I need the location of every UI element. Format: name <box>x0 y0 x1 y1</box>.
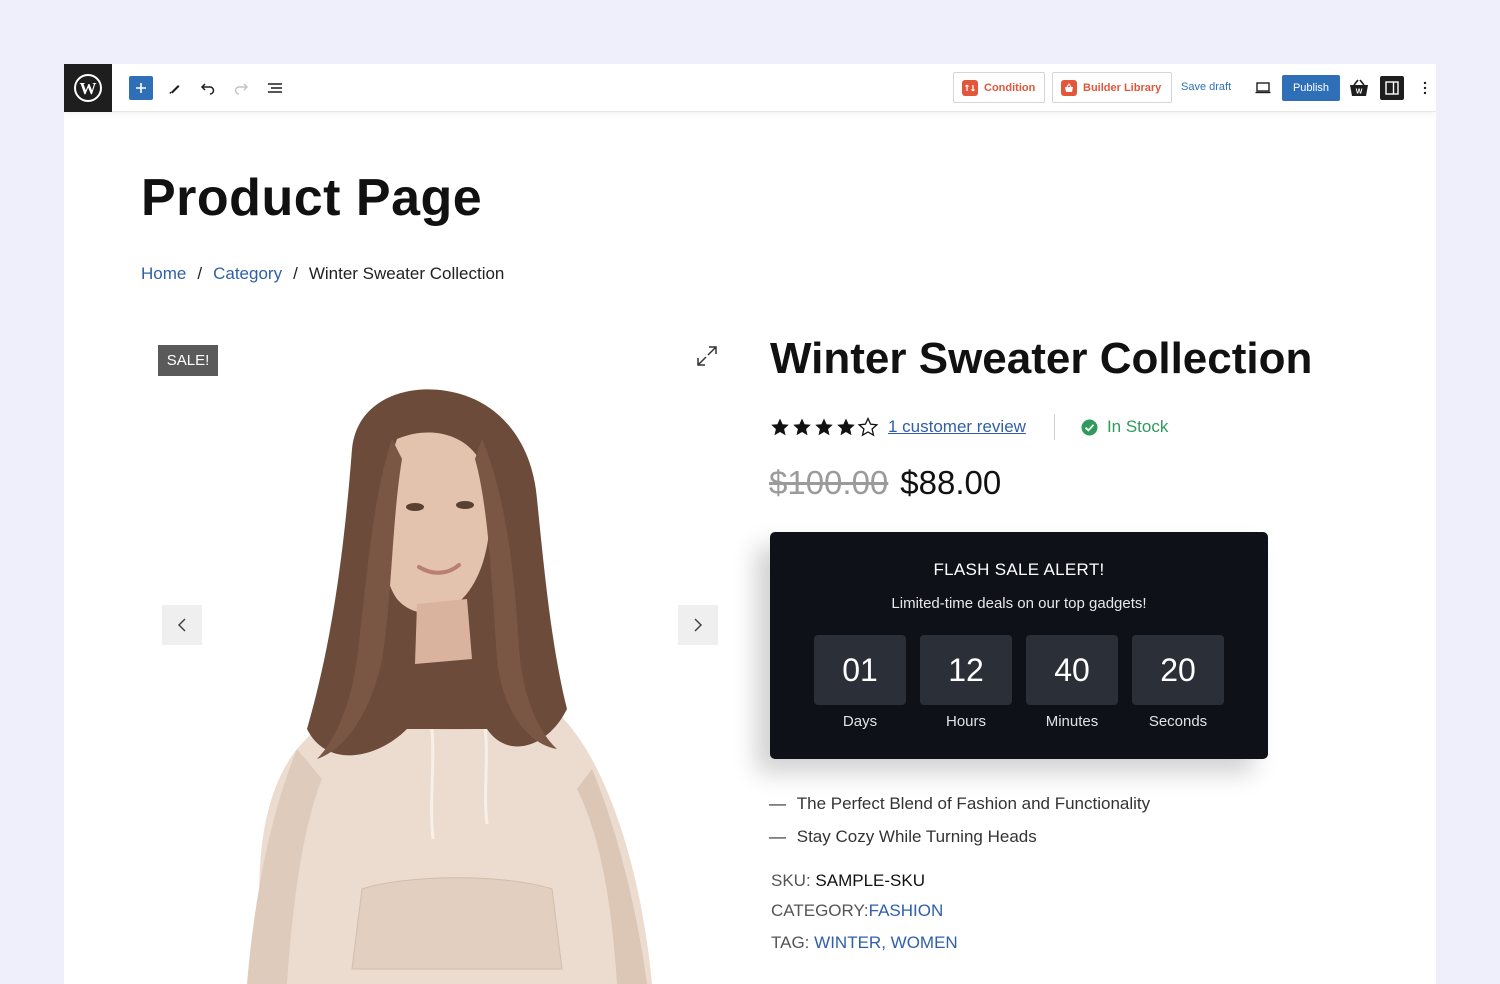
editor-toolbar: W Condition Builder Library Save draft P… <box>64 64 1436 112</box>
more-options-button[interactable] <box>1413 76 1436 100</box>
product-title: Winter Sweater Collection <box>770 334 1313 383</box>
redo-button[interactable] <box>229 76 253 100</box>
divider <box>1053 414 1055 440</box>
countdown-hours: 12 <box>920 635 1012 705</box>
save-draft-button[interactable]: Save draft <box>1181 81 1231 93</box>
expand-icon <box>697 346 717 366</box>
editor-canvas: W Condition Builder Library Save draft P… <box>64 64 1436 984</box>
tag-links[interactable]: WINTER, WOMEN <box>814 933 958 952</box>
category-label: CATEGORY: <box>771 901 869 920</box>
builder-library-label: Builder Library <box>1083 81 1162 94</box>
basket-icon <box>1061 79 1077 96</box>
redo-icon <box>234 83 249 95</box>
page-title: Product Page <box>141 169 483 227</box>
settings-sidebar-button[interactable] <box>1380 76 1404 100</box>
breadcrumb-category[interactable]: Category <box>213 264 282 284</box>
sku-value: SAMPLE-SKU <box>815 871 926 890</box>
builder-library-button[interactable]: Builder Library <box>1052 72 1172 103</box>
sale-price: $88.00 <box>900 464 1002 501</box>
check-circle-icon <box>1081 419 1098 435</box>
sale-badge: SALE! <box>158 345 218 376</box>
chevron-right-icon <box>694 618 703 632</box>
chevron-left-icon <box>177 618 186 632</box>
breadcrumb-separator: / <box>197 264 203 283</box>
stock-status: In Stock <box>1081 417 1168 437</box>
product-image[interactable] <box>147 329 727 984</box>
gallery-prev-button[interactable] <box>162 605 202 645</box>
countdown-minutes-label: Minutes <box>1045 713 1099 730</box>
price: $100.00 $88.00 <box>769 464 1001 502</box>
zoom-button[interactable] <box>694 343 720 369</box>
category-link[interactable]: FASHION <box>869 901 944 920</box>
undo-icon <box>200 83 215 95</box>
svg-text:W: W <box>80 79 97 98</box>
tools-button[interactable] <box>163 76 187 100</box>
feature-text: The Perfect Blend of Fashion and Functio… <box>796 794 1151 813</box>
feature-item: — Stay Cozy While Turning Heads <box>769 827 1037 847</box>
star-filled-icon <box>793 418 811 436</box>
list-view-icon <box>268 83 282 93</box>
star-filled-icon <box>771 418 789 436</box>
flash-sale-title: FLASH SALE ALERT! <box>933 560 1105 579</box>
breadcrumb-separator: / <box>293 264 298 283</box>
countdown-days: 01 <box>814 635 906 705</box>
wordpress-logo-button[interactable]: W <box>64 64 112 112</box>
product-tags: TAG: WINTER, WOMEN <box>771 933 958 953</box>
regular-price: $100.00 <box>769 464 889 501</box>
add-block-button[interactable] <box>129 76 153 100</box>
rating-row: 1 customer review In Stock <box>770 414 1168 440</box>
star-filled-icon <box>815 418 833 436</box>
condition-button[interactable]: Condition <box>953 72 1045 103</box>
customer-review-link[interactable]: 1 customer review <box>888 417 1026 437</box>
feature-item: — The Perfect Blend of Fashion and Funct… <box>769 794 1150 814</box>
plus-icon <box>136 83 146 93</box>
vertical-ellipsis-icon <box>1423 81 1427 95</box>
feature-dash: — <box>769 794 786 813</box>
star-rating <box>770 417 878 437</box>
stock-status-label: In Stock <box>1106 417 1169 436</box>
condition-label: Condition <box>984 81 1036 94</box>
flash-sale-countdown: FLASH SALE ALERT! Limited-time deals on … <box>770 532 1268 759</box>
breadcrumb-home[interactable]: Home <box>141 264 186 284</box>
flash-sale-subtitle: Limited-time deals on our top gadgets! <box>891 595 1147 612</box>
undo-button[interactable] <box>196 76 220 100</box>
woocommerce-button[interactable]: W <box>1347 76 1371 100</box>
svg-text:W: W <box>1356 89 1363 96</box>
countdown-seconds: 20 <box>1132 635 1224 705</box>
wordpress-icon: W <box>74 74 102 102</box>
feature-dash: — <box>769 827 786 846</box>
desktop-preview-icon <box>1255 82 1271 94</box>
gallery-next-button[interactable] <box>678 605 718 645</box>
countdown-hours-label: Hours <box>945 713 986 730</box>
countdown-minutes: 40 <box>1026 635 1118 705</box>
preview-button[interactable] <box>1251 76 1275 100</box>
countdown-seconds-label: Seconds <box>1148 713 1208 730</box>
tag-label: TAG: <box>771 933 810 952</box>
star-empty-icon <box>858 417 878 437</box>
document-overview-button[interactable] <box>263 76 287 100</box>
sku-label: SKU: <box>771 871 811 890</box>
sidebar-toggle-icon <box>1385 81 1399 95</box>
publish-button[interactable]: Publish <box>1282 75 1340 101</box>
condition-icon <box>962 79 978 96</box>
product-category: CATEGORY:FASHION <box>771 901 943 921</box>
shopping-basket-icon: W <box>1350 79 1368 96</box>
pencil-icon <box>169 85 180 94</box>
product-gallery: SALE! <box>147 329 727 984</box>
breadcrumb: Home / Category / Winter Sweater Collect… <box>141 264 504 284</box>
breadcrumb-current: Winter Sweater Collection <box>308 264 505 283</box>
feature-text: Stay Cozy While Turning Heads <box>796 827 1037 846</box>
star-filled-icon <box>837 418 855 436</box>
product-sku: SKU: SAMPLE-SKU <box>771 871 925 891</box>
countdown-days-label: Days <box>842 713 878 730</box>
